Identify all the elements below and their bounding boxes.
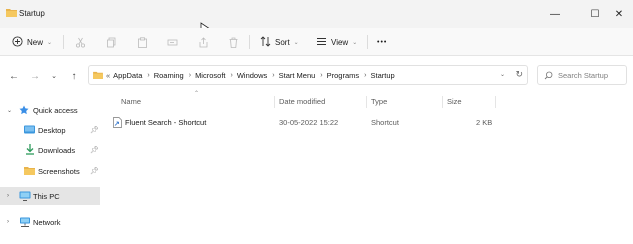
delete-icon[interactable] [228,33,239,51]
breadcrumb-appdata[interactable]: AppData [113,71,142,80]
more-options-button[interactable]: ••• [377,33,387,51]
recent-locations-button[interactable]: ⌄ [47,69,61,83]
sidebar-item-label: This PC [33,191,60,201]
column-header-date-modified[interactable]: Date modified [279,97,325,106]
breadcrumb-separator[interactable]: › [230,72,232,79]
sidebar-item-label: Quick access [33,105,78,115]
address-row: ← → ⌄ ↑ « AppData › Roaming › Microsoft … [0,56,633,94]
chevron-down-icon: ⌄ [352,39,358,46]
sidebar-item-quick-access[interactable]: ⌄ Quick access [0,101,100,119]
sidebar-item-screenshots[interactable]: Screenshots 📌︎ [0,162,100,180]
chevron-down-icon[interactable]: ⌄ [7,107,12,114]
folder-icon [6,8,17,19]
sort-ascending-caret-icon: ⌃ [194,91,200,97]
sort-icon [260,35,271,49]
sort-label: Sort [275,37,290,47]
back-button[interactable]: ← [7,69,21,83]
maximize-button[interactable]: ☐ [582,4,608,24]
table-row[interactable]: Fluent Search - Shortcut 30-05-2022 15:2… [110,115,500,131]
star-icon [19,105,29,115]
sidebar-item-label: Downloads [38,145,76,155]
breadcrumb-overflow[interactable]: « [106,71,110,80]
up-button[interactable]: ↑ [67,69,81,83]
sidebar-item-desktop[interactable]: Desktop 📌︎ [0,121,100,139]
search-icon [544,71,553,80]
copy-icon[interactable] [106,33,117,51]
sidebar-item-downloads[interactable]: Downloads 📌︎ [0,141,100,159]
column-header-type[interactable]: Type [371,97,387,106]
window-title: Startup [19,9,45,18]
sidebar-item-network[interactable]: › Network [0,213,100,231]
column-divider[interactable] [442,96,443,108]
new-label: New [27,37,44,47]
minimize-button[interactable]: — [542,4,568,24]
search-input[interactable]: Search Startup [537,65,627,85]
folder-icon [24,166,35,175]
desktop-icon [24,125,35,134]
shortcut-file-icon [113,117,122,128]
sidebar-item-label: Screenshots [38,166,80,176]
pin-icon: 📌︎ [90,168,99,175]
file-type: Shortcut [371,118,399,127]
column-divider[interactable] [366,96,367,108]
breadcrumb-programs[interactable]: Programs [327,71,360,80]
breadcrumb-start-menu[interactable]: Start Menu [279,71,316,80]
toolbar-divider [367,35,368,49]
command-bar: New ⌄ Sort ⌄ View ⌄ ••• [0,28,633,56]
forward-button[interactable]: → [28,69,42,83]
computer-icon [19,191,31,201]
file-list: ⌃ Name Date modified Type Size Fluent Se… [104,91,633,244]
paste-icon[interactable] [137,33,148,51]
column-header-name[interactable]: Name [121,97,141,106]
chevron-down-icon: ⌄ [293,39,299,46]
new-button[interactable]: New ⌄ [12,33,52,51]
breadcrumb-separator[interactable]: › [147,72,149,79]
breadcrumb-separator[interactable]: › [189,72,191,79]
address-bar[interactable]: « AppData › Roaming › Microsoft › Window… [88,65,528,85]
title-bar: Startup — ☐ ✕ [0,0,633,28]
view-label: View [331,37,349,47]
breadcrumb-separator[interactable]: › [320,72,322,79]
breadcrumb-separator[interactable]: › [272,72,274,79]
column-divider[interactable] [495,96,496,108]
view-icon [316,36,327,49]
sidebar-item-this-pc[interactable]: › This PC [0,187,100,205]
search-placeholder: Search Startup [558,70,609,80]
chevron-right-icon[interactable]: › [7,219,9,225]
view-button[interactable]: View ⌄ [316,33,357,51]
sort-button[interactable]: Sort ⌄ [260,33,299,51]
address-dropdown-chevron-icon[interactable]: ⌄ [500,71,505,78]
cut-icon[interactable] [75,33,86,51]
toolbar-divider [249,35,250,49]
breadcrumb-separator[interactable]: › [364,72,366,79]
close-button[interactable]: ✕ [606,4,632,24]
column-divider[interactable] [274,96,275,108]
breadcrumb-roaming[interactable]: Roaming [154,71,184,80]
navigation-pane: ⌄ Quick access Desktop 📌︎ Downloads 📌︎ S… [0,94,104,244]
breadcrumb-windows[interactable]: Windows [237,71,267,80]
pin-icon: 📌︎ [90,147,99,154]
toolbar-divider [63,35,64,49]
sidebar-item-label: Desktop [38,125,66,135]
chevron-right-icon[interactable]: › [7,193,9,199]
chevron-down-icon: ⌄ [47,39,53,46]
rename-icon[interactable] [167,33,178,51]
network-icon [19,217,31,227]
download-arrow-icon [25,144,35,155]
plus-circle-icon [12,35,23,49]
file-size: 2 KB [476,118,493,127]
file-date-modified: 30-05-2022 15:22 [279,118,339,127]
file-name: Fluent Search - Shortcut [125,118,207,127]
breadcrumb-startup[interactable]: Startup [371,71,395,80]
share-icon[interactable] [198,33,209,51]
sidebar-item-label: Network [33,217,61,227]
column-header-size[interactable]: Size [447,97,462,106]
folder-icon [93,71,103,79]
breadcrumb-microsoft[interactable]: Microsoft [195,71,225,80]
refresh-icon[interactable]: ↻ [515,69,523,80]
pin-icon: 📌︎ [90,127,99,134]
